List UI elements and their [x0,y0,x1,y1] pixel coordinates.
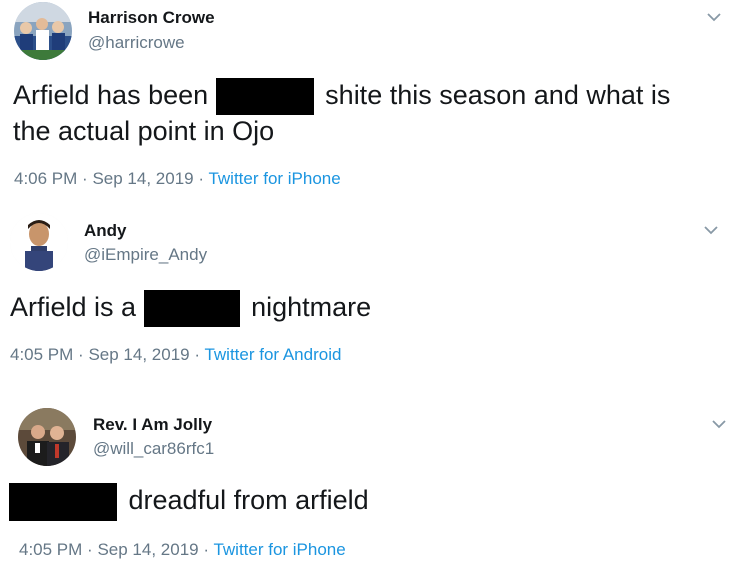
chevron-down-icon[interactable] [702,223,720,235]
avatar[interactable] [10,213,68,271]
tweet-source-link[interactable]: Twitter for Android [204,345,341,364]
tweet-text-part: dreadful from arfield [128,485,369,515]
tweet-meta: 4:05 PM · Sep 14, 2019 · Twitter for And… [10,345,341,365]
tweet-date[interactable]: Sep 14, 2019 [92,169,193,188]
redaction-box [9,482,117,521]
tweet-text: dreadful from arfield [9,482,369,521]
tweet-date[interactable]: Sep 14, 2019 [97,540,198,559]
avatar[interactable] [14,2,72,60]
tweet-time[interactable]: 4:05 PM [19,540,82,559]
tweet-text: Arfield has been shite this season and w… [13,77,671,116]
separator: · [78,345,84,364]
tweet-time[interactable]: 4:05 PM [10,345,73,364]
user-handle[interactable]: @will_car86rfc1 [93,439,214,459]
display-name[interactable]: Rev. I Am Jolly [93,415,212,435]
tweet-text-line-2: the actual point in Ojo [13,116,275,146]
tweet-date[interactable]: Sep 14, 2019 [88,345,189,364]
separator: · [87,540,93,559]
chevron-down-icon[interactable] [710,417,728,429]
tweet-text: Arfield is a nightmare [10,289,372,328]
user-handle[interactable]: @iEmpire_Andy [84,245,207,265]
tweet-1: Harrison Crowe @harricrowe Arfield has b… [0,0,740,205]
separator: · [203,540,210,559]
user-handle[interactable]: @harricrowe [88,33,185,53]
tweet-2: Andy @iEmpire_Andy Arfield is a nightmar… [0,205,740,400]
separator: · [198,169,205,188]
separator: · [194,345,201,364]
tweet-3: Rev. I Am Jolly @will_car86rfc1 dreadful… [0,400,740,572]
avatar-image [14,2,72,60]
avatar-image [18,408,76,466]
tweet-meta: 4:06 PM · Sep 14, 2019 · Twitter for iPh… [14,169,341,189]
display-name[interactable]: Andy [84,221,127,241]
chevron-down-icon[interactable] [705,10,723,22]
avatar[interactable] [18,408,76,466]
tweet-text-part: shite this season and what is [325,80,671,110]
tweet-source-link[interactable]: Twitter for iPhone [208,169,340,188]
tweet-time[interactable]: 4:06 PM [14,169,77,188]
tweet-text-part: Arfield is a [10,292,137,322]
redaction-box [143,290,240,328]
redaction-box [215,78,314,116]
tweet-text-part: Arfield has been [13,80,209,110]
tweet-text-part: nightmare [251,292,372,322]
tweet-source-link[interactable]: Twitter for iPhone [213,540,345,559]
tweet-meta: 4:05 PM · Sep 14, 2019 · Twitter for iPh… [19,540,346,560]
avatar-image [10,213,68,271]
display-name[interactable]: Harrison Crowe [88,8,215,28]
separator: · [82,169,88,188]
